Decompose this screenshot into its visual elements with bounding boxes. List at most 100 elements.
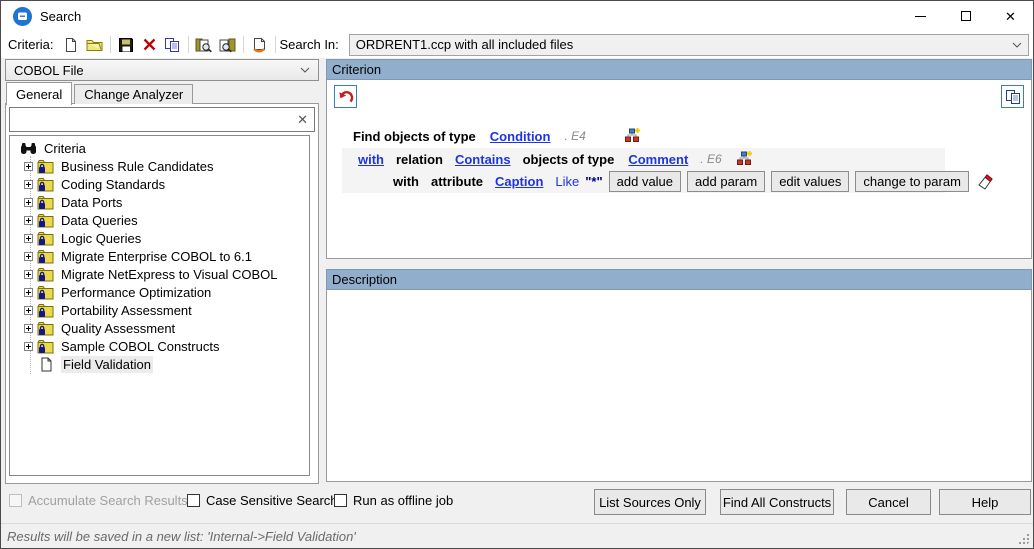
attribute-link[interactable]: Caption [495,174,543,189]
expand-icon[interactable] [24,234,33,243]
tree-folder-label: Sample COBOL Constructs [59,338,221,355]
minimize-button[interactable] [898,1,943,31]
with-link[interactable]: with [358,152,384,167]
criterion-row-relation: with relation Contains objects of type C… [327,148,1021,170]
checkbox-icon [334,494,347,507]
expand-icon[interactable] [24,216,33,225]
criteria-filter-input[interactable] [16,112,297,127]
tree-folder[interactable]: Sample COBOL Constructs [10,337,309,355]
expand-icon[interactable] [24,324,33,333]
delete-criterion-icon[interactable] [138,34,161,55]
add-value-button[interactable]: add value [609,171,681,192]
tree-folder[interactable]: Portability Assessment [10,301,309,319]
eraser-icon[interactable] [976,171,998,191]
criteria-tree: Criteria Business Rule Candidates Coding… [9,135,310,476]
tree-folder[interactable]: Data Queries [10,211,309,229]
related-type-link[interactable]: Comment [628,152,688,167]
tree-folder-label: Data Ports [59,194,124,211]
operator-label: Like [555,174,579,189]
attribute-label: attribute [431,174,483,189]
add-relationship-icon[interactable] [736,150,753,169]
close-button[interactable]: ✕ [988,1,1033,31]
toolbar-separator [188,36,189,53]
criteria-filter-box: ✕ [9,107,315,132]
tree-folder[interactable]: Migrate NetExpress to Visual COBOL [10,265,309,283]
tree-folder[interactable]: Coding Standards [10,175,309,193]
window-title: Search [40,9,81,24]
add-relationship-icon[interactable] [624,127,641,146]
resize-grip[interactable] [1018,533,1030,545]
case-sensitive-checkbox[interactable]: Case Sensitive Search [187,493,338,508]
close-icon: ✕ [1005,10,1016,23]
copy-criterion-icon[interactable] [161,34,184,55]
search-dialog: Search ✕ Criteria: [0,0,1034,549]
change-to-param-button[interactable]: change to param [855,171,969,192]
expand-icon[interactable] [24,180,33,189]
minimize-icon [915,16,926,17]
locked-folder-icon [37,213,54,228]
submit-job-icon[interactable] [248,34,271,55]
expand-icon[interactable] [24,342,33,351]
help-button[interactable]: Help [939,489,1031,515]
status-message: Results will be saved in a new list: 'In… [7,529,356,544]
tree-folder[interactable]: Data Ports [10,193,309,211]
document-icon [39,357,56,372]
offline-job-checkbox[interactable]: Run as offline job [334,493,453,508]
search-in-combobox[interactable]: ORDRENT1.ccp with all included files [349,34,1029,56]
clear-filter-icon[interactable]: ✕ [297,112,308,128]
tree-folder-label: Logic Queries [59,230,143,247]
expand-icon[interactable] [24,270,33,279]
undo-icon [337,89,354,105]
edit-values-button[interactable]: edit values [771,171,849,192]
cancel-button[interactable]: Cancel [846,489,931,515]
expand-icon[interactable] [24,288,33,297]
tree-folder-label: Migrate Enterprise COBOL to 6.1 [59,248,254,265]
tree-folder[interactable]: Performance Optimization [10,283,309,301]
save-criterion-icon[interactable] [115,34,138,55]
tree-root-criteria[interactable]: Criteria [10,139,309,157]
tree-folder-label: Data Queries [59,212,140,229]
tree-folder-label: Migrate NetExpress to Visual COBOL [59,266,280,283]
tree-leaf-field-validation[interactable]: Field Validation [10,355,309,373]
tab-general[interactable]: General [6,82,72,105]
app-icon [13,7,32,26]
list-sources-only-button[interactable]: List Sources Only [594,489,706,515]
find-all-constructs-button[interactable]: Find All Constructs [720,489,834,515]
tree-root-label: Criteria [42,140,88,157]
copy-criterion-text-button[interactable] [1001,85,1024,108]
locked-folder-icon [37,159,54,174]
tab-change-analyzer[interactable]: Change Analyzer [74,84,193,104]
add-param-button[interactable]: add param [687,171,765,192]
criterion-title: Criterion [332,62,381,77]
criteria-label: Criteria: [8,37,54,52]
locked-folder-icon [37,249,54,264]
entity-type-combobox[interactable]: COBOL File [5,59,319,81]
object-type-link[interactable]: Condition [490,129,551,144]
expand-icon[interactable] [24,306,33,315]
tree-folder[interactable]: Migrate Enterprise COBOL to 6.1 [10,247,309,265]
load-criteria-search-icon[interactable] [216,34,239,55]
expand-icon[interactable] [24,252,33,261]
save-criteria-search-icon[interactable] [193,34,216,55]
expand-icon[interactable] [24,162,33,171]
tree-leaf-label: Field Validation [61,356,153,373]
open-criterion-icon[interactable] [83,34,106,55]
tree-folder[interactable]: Business Rule Candidates [10,157,309,175]
description-body[interactable] [326,290,1032,482]
criterion-panel: Criterion Find objects of type Condition… [326,59,1032,482]
maximize-button[interactable] [943,1,988,31]
relation-link[interactable]: Contains [455,152,511,167]
chevron-down-icon [300,67,310,73]
tree-folder[interactable]: Logic Queries [10,229,309,247]
objects-of-type-label: objects of type [523,152,615,167]
checkbox-icon [9,494,22,507]
attribute-value: "*" [585,174,602,189]
expand-icon[interactable] [24,198,33,207]
relation-label: relation [396,152,443,167]
locked-folder-icon [37,231,54,246]
undo-button[interactable] [334,85,357,108]
tree-folder[interactable]: Quality Assessment [10,319,309,337]
tree-folder-label: Performance Optimization [59,284,213,301]
new-criterion-icon[interactable] [60,34,83,55]
with-label: with [393,174,419,189]
